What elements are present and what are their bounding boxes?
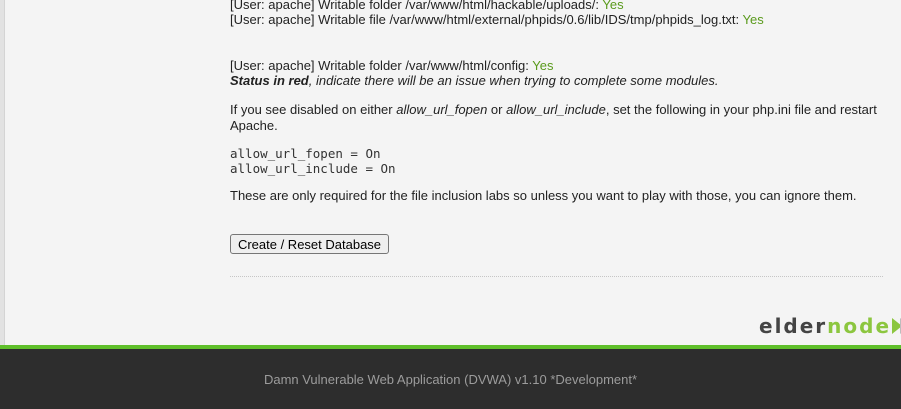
- check-phpids-log: [User: apache] Writable file /var/www/ht…: [230, 12, 764, 27]
- footer: Damn Vulnerable Web Application (DVWA) v…: [0, 349, 901, 409]
- config-line: allow_url_include = On: [230, 161, 396, 176]
- status-note-bold: Status in red: [230, 73, 309, 88]
- check-label: [User: apache] Writable folder /var/www/…: [230, 0, 599, 12]
- logo-text-dark: elder: [759, 314, 828, 338]
- check-config-folder: [User: apache] Writable folder /var/www/…: [230, 58, 553, 73]
- eldernode-logo: elder node: [759, 312, 901, 340]
- footer-text: Damn Vulnerable Web Application (DVWA) v…: [263, 372, 638, 387]
- php-config-block: allow_url_fopen = On allow_url_include =…: [230, 146, 396, 176]
- check-status: Yes: [602, 0, 624, 12]
- disabled-note-text: or: [487, 102, 507, 117]
- allow-url-include-term: allow_url_include: [506, 102, 606, 117]
- inclusion-note: These are only required for the file inc…: [230, 188, 857, 203]
- check-status: Yes: [742, 12, 764, 27]
- check-label: [User: apache] Writable file /var/www/ht…: [230, 12, 740, 27]
- play-arrows-icon: [892, 317, 901, 335]
- divider: [230, 276, 883, 277]
- check-status: Yes: [532, 58, 554, 73]
- allow-url-fopen-term: allow_url_fopen: [396, 102, 488, 117]
- config-line: allow_url_fopen = On: [230, 146, 381, 161]
- left-sidebar-edge: [0, 0, 5, 345]
- disabled-note: If you see disabled on either allow_url_…: [230, 102, 885, 134]
- logo-text-accent: node: [827, 314, 892, 338]
- check-uploads-folder: [User: apache] Writable folder /var/www/…: [230, 0, 624, 12]
- check-label: [User: apache] Writable folder /var/www/…: [230, 58, 529, 73]
- create-reset-database-button[interactable]: Create / Reset Database: [230, 234, 389, 254]
- disabled-note-text: If you see disabled on either: [230, 102, 397, 117]
- status-note-rest: , indicate there will be an issue when t…: [308, 73, 719, 88]
- status-note: Status in red, indicate there will be an…: [230, 73, 718, 88]
